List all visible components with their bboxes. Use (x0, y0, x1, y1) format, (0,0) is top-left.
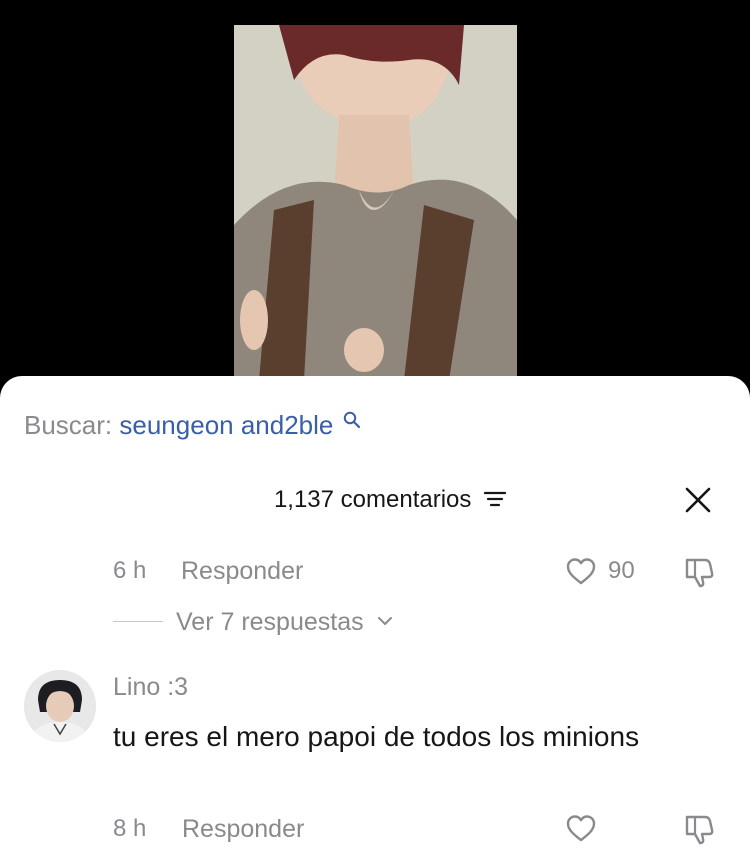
search-term-link[interactable]: seungeon and2ble (119, 410, 333, 440)
comment-text: tu eres el mero papoi de todos los minio… (113, 721, 640, 752)
comment-count: 1,137 comentarios (273, 486, 472, 513)
replies-divider (113, 621, 163, 622)
reply-button[interactable]: Responder (182, 814, 304, 844)
comment-username[interactable]: Lino :3 (113, 672, 188, 702)
like-count: 90 (608, 557, 635, 584)
avatar[interactable] (24, 670, 96, 742)
view-replies-button[interactable]: Ver 7 respuestas (176, 607, 393, 637)
search-prefix: Buscar: (24, 410, 113, 440)
heart-icon[interactable] (565, 556, 597, 586)
view-replies-label: Ver 7 respuestas (176, 608, 364, 636)
close-icon[interactable] (684, 486, 712, 514)
search-suggestion[interactable]: Buscar: seungeon and2ble (24, 409, 361, 441)
comment-time: 6 h (113, 557, 147, 584)
comment-count-sort[interactable]: 1,137 comentarios (0, 484, 750, 516)
search-icon[interactable] (343, 411, 361, 429)
reply-button[interactable]: Responder (181, 556, 303, 586)
thumbs-down-icon[interactable] (683, 556, 717, 588)
video-area[interactable] (0, 0, 750, 400)
comments-sheet: Buscar: seungeon and2ble 1,137 comentari… (0, 376, 750, 864)
thumbs-down-icon[interactable] (683, 813, 717, 845)
sort-icon[interactable] (484, 490, 507, 508)
comment-time: 8 h (113, 815, 147, 842)
chevron-down-icon (377, 617, 392, 626)
thumbnail-art (234, 25, 517, 380)
avatar-image (24, 670, 96, 742)
heart-icon[interactable] (565, 813, 597, 843)
comments-header: 1,137 comentarios (0, 484, 750, 518)
video-thumbnail[interactable] (234, 25, 517, 380)
